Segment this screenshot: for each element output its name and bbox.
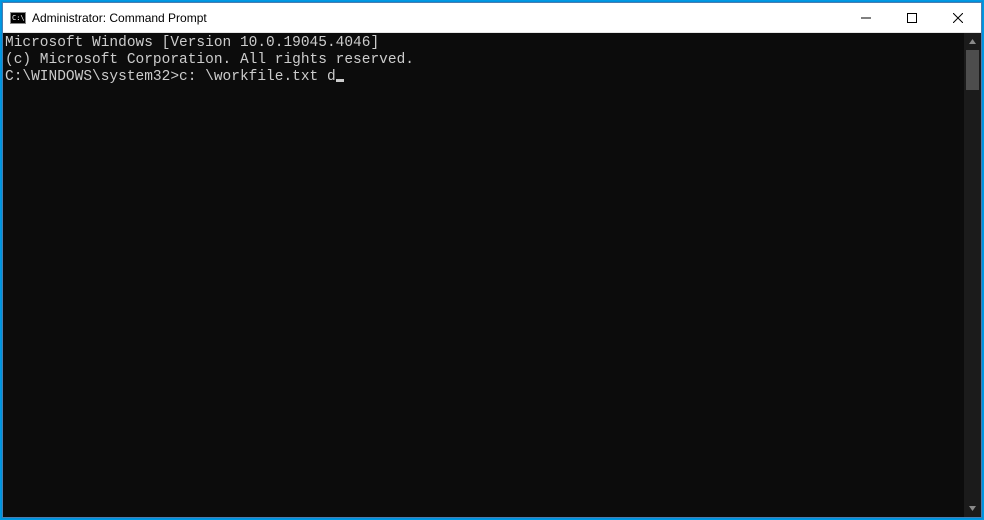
terminal-cursor bbox=[336, 79, 344, 82]
terminal-line: Microsoft Windows [Version 10.0.19045.40… bbox=[5, 35, 964, 52]
scrollbar-thumb[interactable] bbox=[966, 50, 979, 90]
command-prompt-window: C:\ Administrator: Command Prompt Micros… bbox=[2, 2, 982, 518]
minimize-button[interactable] bbox=[843, 3, 889, 33]
vertical-scrollbar[interactable] bbox=[964, 33, 981, 517]
maximize-button[interactable] bbox=[889, 3, 935, 33]
client-area: Microsoft Windows [Version 10.0.19045.40… bbox=[3, 33, 981, 517]
titlebar[interactable]: C:\ Administrator: Command Prompt bbox=[3, 3, 981, 33]
cmd-icon: C:\ bbox=[10, 10, 26, 26]
desktop: C:\ Administrator: Command Prompt Micros… bbox=[0, 0, 984, 520]
scrollbar-track[interactable] bbox=[964, 50, 981, 500]
terminal-line: (c) Microsoft Corporation. All rights re… bbox=[5, 52, 964, 69]
window-title: Administrator: Command Prompt bbox=[32, 11, 207, 25]
scroll-down-button[interactable] bbox=[964, 500, 981, 517]
close-button[interactable] bbox=[935, 3, 981, 33]
terminal-prompt: C:\WINDOWS\system32> bbox=[5, 69, 179, 85]
terminal-input: c: \workfile.txt d bbox=[179, 69, 336, 85]
terminal-prompt-line: C:\WINDOWS\system32>c: \workfile.txt d bbox=[5, 69, 964, 86]
terminal[interactable]: Microsoft Windows [Version 10.0.19045.40… bbox=[3, 33, 964, 517]
svg-text:C:\: C:\ bbox=[12, 14, 25, 22]
scroll-up-button[interactable] bbox=[964, 33, 981, 50]
